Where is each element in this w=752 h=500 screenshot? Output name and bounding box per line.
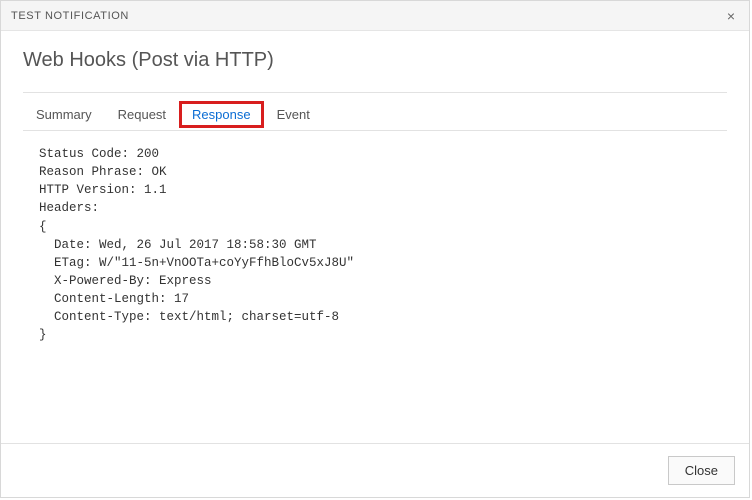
dialog-title: TEST NOTIFICATION [11,10,129,22]
tab-response[interactable]: Response [179,101,264,128]
dialog-content: Web Hooks (Post via HTTP) Summary Reques… [1,31,749,443]
response-body-text: Status Code: 200 Reason Phrase: OK HTTP … [39,145,721,344]
divider [23,92,727,93]
close-button[interactable]: Close [668,456,735,485]
tab-summary[interactable]: Summary [23,101,105,128]
page-title: Web Hooks (Post via HTTP) [23,49,727,72]
tab-event[interactable]: Event [264,101,323,128]
response-panel: Status Code: 200 Reason Phrase: OK HTTP … [23,131,727,443]
test-notification-dialog: TEST NOTIFICATION × Web Hooks (Post via … [0,0,750,498]
close-icon[interactable]: × [723,5,739,27]
dialog-footer: Close [1,443,749,497]
tab-request[interactable]: Request [105,101,179,128]
dialog-titlebar: TEST NOTIFICATION × [1,1,749,31]
tab-bar: Summary Request Response Event [23,99,727,131]
